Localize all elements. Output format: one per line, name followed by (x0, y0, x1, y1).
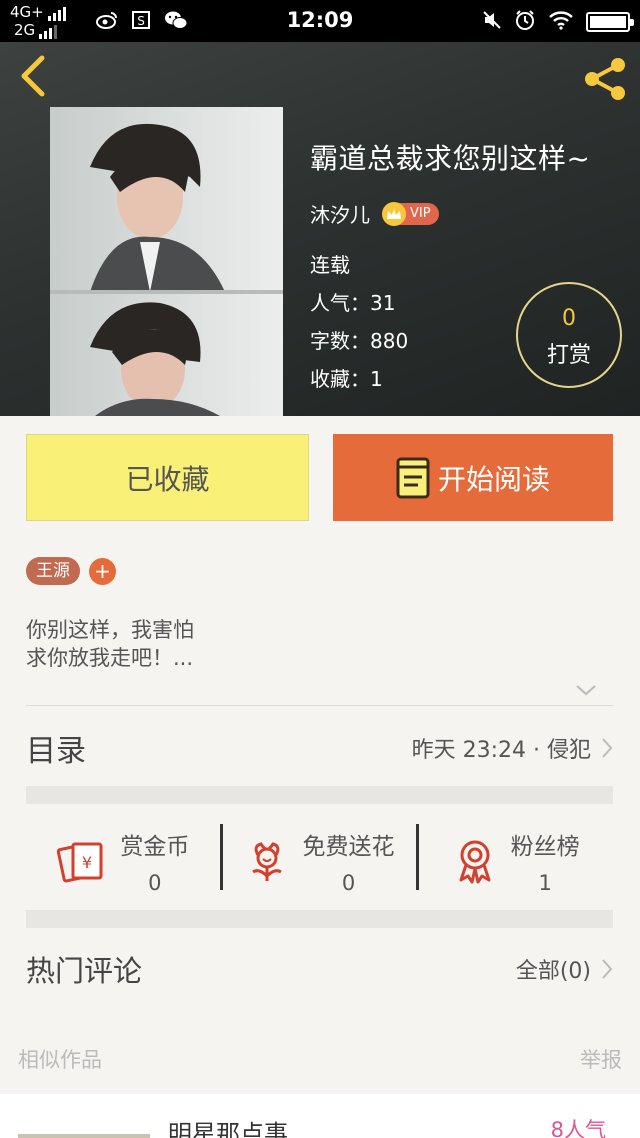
section-band (26, 910, 613, 928)
reward-button[interactable]: 0 打赏 (516, 282, 622, 388)
book-description: 你别这样，我害怕 求你放我走吧！... (26, 618, 194, 670)
tag-chip[interactable]: 王源 (26, 557, 80, 585)
expand-button[interactable] (575, 682, 597, 696)
toc-title: 目录 (26, 734, 86, 769)
vip-label: VIP (410, 206, 431, 221)
author-name[interactable]: 沐汐儿 (310, 199, 370, 228)
stat-value: 1 (538, 871, 552, 895)
divider (26, 705, 613, 706)
stat-label: 赏金币 (120, 834, 190, 860)
latest-chapter: 昨天 23:24 · 侵犯 (411, 738, 591, 763)
start-reading-label: 开始阅读 (437, 462, 550, 496)
back-arrow-icon (21, 55, 45, 97)
gold-coin-reward-button[interactable]: ¥ 赏金币 0 (26, 812, 220, 910)
share-button[interactable] (580, 54, 630, 104)
section-band (26, 786, 613, 804)
collect-button[interactable]: 已收藏 (26, 434, 309, 521)
stat-value: 0 (341, 871, 356, 895)
share-icon (585, 58, 625, 100)
battery-icon (586, 12, 634, 32)
crown-icon (382, 201, 406, 226)
table-of-contents-row[interactable]: 目录 昨天 23:24 · 侵犯 (26, 710, 613, 786)
reward-label: 打赏 (546, 343, 591, 368)
list-item[interactable]: 明星那点事 8人气 (0, 1094, 640, 1138)
chevron-right-icon (602, 959, 613, 979)
alarm-icon (514, 9, 536, 35)
red-envelope-icon: ¥ (57, 842, 103, 883)
similar-book-title: 明星那点事 (168, 1120, 288, 1138)
chevron-right-icon (602, 738, 613, 758)
serial-status: 连载 (310, 253, 350, 277)
collect-button-label: 已收藏 (125, 462, 210, 496)
report-button[interactable]: 举报 (580, 1044, 622, 1074)
back-button[interactable] (14, 54, 54, 98)
stats-row: ¥ 赏金币 0 免费送花 0 粉丝榜 1 (26, 812, 613, 910)
status-bar: 4G+ 2G S 12:09 (0, 0, 640, 42)
mute-icon (482, 10, 502, 34)
similar-works-header: 相似作品 举报 (0, 1040, 640, 1080)
svg-text:¥: ¥ (82, 853, 92, 872)
stat-label: 粉丝榜 (510, 834, 580, 860)
book-header: 霸道总裁求您别这样~ 沐汐儿 VIP 连载 人气：31 字数：880 收藏：1 … (0, 42, 640, 416)
vip-badge: VIP (382, 201, 439, 226)
similar-book-cover (18, 1134, 150, 1138)
stat-value: 0 (148, 871, 162, 895)
book-title: 霸道总裁求您别这样~ (310, 142, 591, 175)
flower-icon (251, 842, 282, 881)
free-flower-button[interactable]: 免费送花 0 (223, 812, 417, 910)
stat-label: 免费送花 (302, 834, 395, 860)
reward-count: 0 (562, 306, 576, 331)
start-reading-button[interactable]: 开始阅读 (333, 434, 613, 521)
hot-comments-row[interactable]: 热门评论 全部(0) (26, 930, 613, 1008)
fan-ranking-button[interactable]: 粉丝榜 1 (419, 812, 613, 910)
similar-works-label: 相似作品 (18, 1048, 102, 1072)
chevron-down-icon (576, 685, 596, 696)
all-comments-link[interactable]: 全部(0) (516, 953, 591, 985)
add-tag-button[interactable]: + (89, 558, 116, 585)
hot-comments-title: 热门评论 (26, 954, 143, 988)
book-cover (50, 107, 283, 416)
book-icon (396, 457, 430, 498)
similar-book-popularity: 8人气 (550, 1118, 606, 1138)
medal-icon (459, 840, 491, 884)
cover-portrait-image (50, 107, 283, 416)
wifi-icon (548, 10, 574, 34)
